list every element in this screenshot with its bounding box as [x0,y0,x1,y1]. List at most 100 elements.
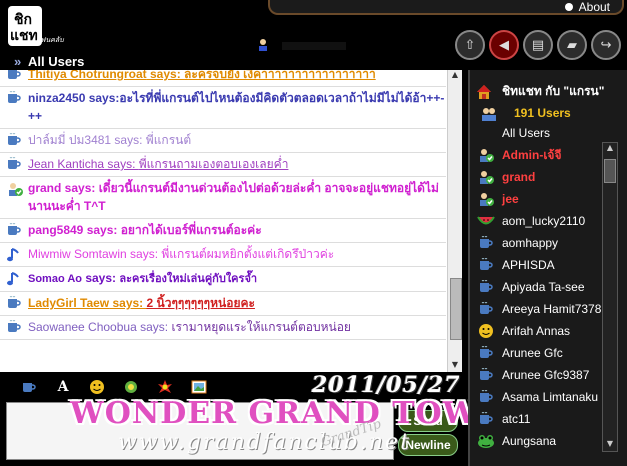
user-list-item[interactable]: Arunee Gfc [476,342,602,364]
chat-log: Thitiya Chotrungroat says: ละครจบยัง เงิ… [0,70,462,372]
about-dot-icon [564,3,573,11]
message-sender[interactable]: LadyGirl Taew [28,296,109,310]
user-list-scrollbar[interactable]: ▲ ▼ [602,142,618,452]
user-count: 191 Users [480,106,571,122]
says-label: says: [85,91,120,105]
user-list-item[interactable]: aom_lucky2110 [476,210,602,232]
user-list-item[interactable]: Arunee Gfc9387 [476,364,602,386]
admin-user-icon [476,190,496,208]
about-tab: About [268,0,624,15]
explosion-icon[interactable] [156,378,174,396]
message-text: พี่แกรนต์ [145,133,192,147]
up-arrow-icon[interactable]: ⇧ [455,30,485,60]
user-list-item[interactable]: Asama Limtanaku [476,386,602,408]
message-text: พี่แกรนต์ผมหยิกตั้งแต่เกิดรึป่าวค่ะ [161,247,335,261]
says-label: says: [61,181,99,195]
says-label: says: [109,296,147,310]
user-list-item[interactable]: Areeya Hamit7378 [476,298,602,320]
message-sender[interactable]: Miwmiw Somtawin [28,247,127,261]
top-bar: ชิก แชท แฟนคลับ About » All Users ⇧ ◀ ▤ … [0,0,627,69]
cup-icon [6,296,22,310]
scroll-up-icon[interactable]: ▲ [604,143,616,155]
says-label: says: [82,271,120,285]
tab-all-users[interactable]: » All Users [14,54,84,69]
message-sender[interactable]: ปาล์มมี่ ปม3481 [28,133,111,147]
cup-icon [6,223,22,237]
message-text: ละครเรื่องใหม่เล่นคู่กับใครจ๊ำ [119,273,258,285]
user-panel: ชิทแชท กับ "แกรน" 191 Users All Users Ad… [468,70,627,466]
user-list-item[interactable]: Aungsana [476,430,602,452]
message-sender[interactable]: Saowanee Choobua [28,320,137,334]
user-name: Areeya Hamit7378 [502,302,602,316]
cup-icon [6,91,22,105]
frog-icon [476,432,496,450]
svg-text:ชิก: ชิก [14,12,32,28]
cup-icon [6,157,22,171]
speaker-icon[interactable]: ◀ [489,30,519,60]
chat-message: LadyGirl Taew says: 2 นิ้วๆๆๆๆๆๆหน่อยคะ [0,292,446,316]
user-name: Arunee Gfc [502,346,563,360]
cup-icon [476,366,496,384]
font-icon[interactable]: A [54,378,72,396]
smiley-icon[interactable] [88,378,106,396]
cup-icon [476,278,496,296]
user-name: Apiyada Ta-see [502,280,585,294]
user-list-item[interactable]: Arifah Annas [476,320,602,342]
says-label: says: [146,70,185,81]
tab-all-users-label: All Users [27,54,85,69]
chat-scroll-thumb[interactable] [450,278,462,340]
says-label: says: [136,320,172,334]
says-label: says: [104,157,139,171]
user-count-label: 191 Users [514,106,571,121]
message-sender[interactable]: grand [28,181,61,195]
music-note-icon [6,247,22,262]
user-name: jee [502,192,519,206]
user-list-item[interactable]: Apiyada Ta-see [476,276,602,298]
cup-icon [476,234,496,252]
says-label: says: [111,133,146,147]
watermelon-icon [476,212,496,230]
presence-bar [282,42,346,50]
message-sender[interactable]: Thitiya Chotrungroat [28,70,147,81]
chat-message: Somao Ao says: ละครเรื่องใหม่เล่นคู่กับใ… [0,267,446,292]
erase-icon[interactable]: ▰ [557,30,587,60]
chat-message: Jean Kanticha says: พี่แกรนถามเองตอบเองเ… [0,153,446,177]
user-list-item[interactable]: aomhappy [476,232,602,254]
message-sender[interactable]: pang5849 [28,223,83,237]
cup-icon [6,70,22,81]
user-list-item[interactable]: grand [476,166,602,188]
user-name: grand [502,170,536,184]
admin-user-icon [476,168,496,186]
user-scroll-thumb[interactable] [604,159,616,183]
user-presence-icon [259,39,267,51]
scroll-up-icon[interactable]: ▲ [450,70,460,82]
document-icon[interactable]: ▤ [523,30,553,60]
user-list: Admin-เจ้จี grand jee aom_lucky2110 aomhappy… [476,144,602,452]
message-text: พี่แกรนถามเองตอบเองเลยค่ำ [138,157,289,171]
user-list-item[interactable]: APHISDA [476,254,602,276]
chat-message: Saowanee Choobua says: เรามาหยุดแระให้แก… [0,316,446,340]
exit-icon[interactable]: ↪ [591,30,621,60]
toolbar: ⇧ ◀ ▤ ▰ ↪ [455,30,621,60]
cup-icon [476,344,496,362]
message-sender[interactable]: Jean Kanticha [28,157,104,171]
user-list-item[interactable]: jee [476,188,602,210]
cup-icon[interactable] [20,378,38,396]
about-button[interactable]: About [564,0,610,14]
user-name: Admin-เจ้จี [502,147,562,162]
picture-icon[interactable] [190,378,208,396]
user-filter-all[interactable]: All Users [502,126,550,140]
message-sender[interactable]: ninza2450 [28,91,85,105]
chat-scrollbar[interactable]: ▲ ▼ [447,70,462,372]
user-name: Arifah Annas [502,324,571,338]
scroll-down-icon[interactable]: ▼ [604,439,616,451]
message-sender[interactable]: Somao Ao [28,273,82,285]
user-name: atc11 [502,412,531,426]
user-list-item[interactable]: Admin-เจ้จี [476,144,602,166]
about-label: About [578,0,610,14]
chat-message: Thitiya Chotrungroat says: ละครจบยัง เงิ… [0,70,446,87]
scroll-down-icon[interactable]: ▼ [450,360,460,372]
emoticon-icon[interactable] [122,378,140,396]
user-list-item[interactable]: atc11 [476,408,602,430]
cup-icon [476,256,496,274]
